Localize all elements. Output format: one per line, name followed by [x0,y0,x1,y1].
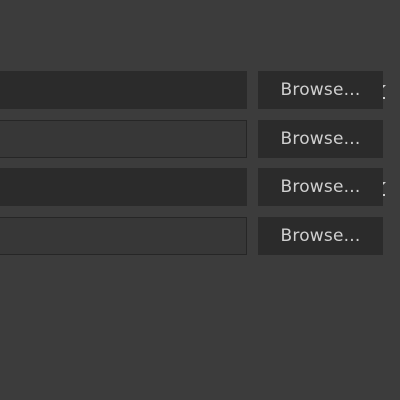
path-field-4[interactable] [0,217,247,255]
path-row-4: Browse... [0,217,400,255]
path-field-1[interactable] [0,71,247,109]
browse-button-2[interactable]: Browse... [258,120,383,158]
path-row-2: Browse... [0,120,400,158]
browse-button-4[interactable]: Browse... [258,217,383,255]
browse-button-1[interactable]: Browse... [258,71,383,109]
browse-button-3[interactable]: Browse... [258,168,383,206]
settings-panel: Browse... Browse... Browse... Browse... [0,0,400,400]
path-row-3: Browse... [0,168,400,206]
path-field-2[interactable] [0,120,247,158]
path-field-3[interactable] [0,168,247,206]
path-row-1: Browse... [0,71,400,109]
